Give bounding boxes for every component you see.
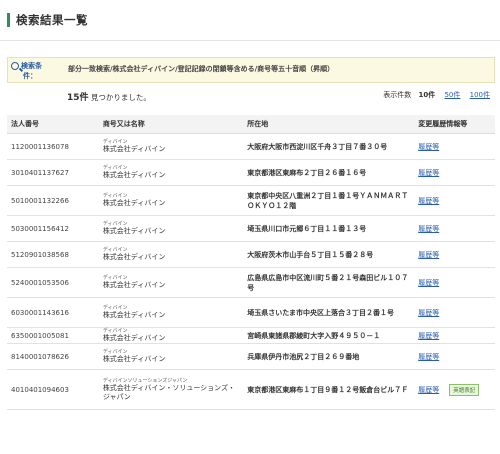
company-address: 東京都港区東麻布２丁目２６番１６号	[243, 159, 415, 186]
table-row: 8140001078626 ディバイン 株式会社ディバイン 兵庫県伊丹市池尻２丁目２６…	[7, 343, 495, 370]
company-name: 株式会社ディバイン	[102, 227, 166, 235]
history-cell: 履歴等	[414, 267, 495, 298]
table-row: 6350001005081 ディバイン 株式会社ディバイン 宮崎県東諸県郡綾町大字入野…	[7, 327, 495, 344]
company-name-cell: ディバイン 株式会社ディバイン	[98, 215, 244, 242]
corporate-number: 5030001156412	[7, 215, 99, 242]
company-name: 株式会社ディバイン	[102, 311, 166, 319]
search-condition-box: 検索条 件： 部分一致検索/株式会社ディバイン/登記記録の閉鎖等含める/商号等五…	[7, 57, 495, 83]
table-row: 6030001143616 ディバイン 株式会社ディバイン 埼玉県さいたま市中央区上落…	[7, 297, 495, 328]
search-condition-text: 部分一致検索/株式会社ディバイン/登記記録の閉鎖等含める/商号等五十音順（昇順）	[68, 65, 335, 73]
history-link[interactable]: 履歴等	[418, 279, 439, 287]
header-corporate-number: 法人番号	[7, 115, 99, 134]
company-name-cell: ディバインソリューションズジャパン 株式会社ディバイン・ソリューションズ・ジャパン	[98, 369, 244, 410]
history-cell: 履歴等	[414, 159, 495, 186]
english-notation-badge[interactable]: 英語表記	[449, 383, 480, 396]
search-condition-label: 検索条 件：	[11, 61, 42, 81]
table-header-row: 法人番号 商号又は名称 所在地 変更履歴情報等	[7, 115, 495, 134]
company-name-cell: ディバイン 株式会社ディバイン	[98, 267, 244, 298]
company-address: 東京都中央区八重洲２丁目１番１号ＹＡＮＭＡＲＴＯＫＹＯ１２階	[243, 185, 415, 216]
corporate-number: 6030001143616	[7, 297, 99, 328]
history-link[interactable]: 履歴等	[418, 332, 439, 340]
company-address: 埼玉県さいたま市中央区上落合３丁目２番１号	[243, 297, 415, 328]
corporate-number: 5240001053506	[7, 267, 99, 298]
header-history: 変更履歴情報等	[414, 115, 495, 134]
table-row: 1120001136078 ディバイン 株式会社ディバイン 大阪府大阪市西淀川区千舟３…	[7, 133, 495, 160]
company-name-cell: ディバイン 株式会社ディバイン	[98, 133, 244, 160]
history-link[interactable]: 履歴等	[418, 169, 439, 177]
company-name: 株式会社ディバイン	[102, 334, 166, 342]
header-address: 所在地	[243, 115, 415, 134]
corporate-number: 3010401137627	[7, 159, 99, 186]
company-name: 株式会社ディバイン	[102, 355, 166, 363]
company-name-cell: ディバイン 株式会社ディバイン	[98, 185, 244, 216]
history-cell: 履歴等	[414, 343, 495, 370]
company-address: 埼玉県川口市元郷６丁目１１番１３号	[243, 215, 415, 242]
history-link[interactable]: 履歴等	[418, 309, 439, 317]
company-name-cell: ディバイン 株式会社ディバイン	[98, 159, 244, 186]
result-count: 15件 見つかりました。	[67, 90, 151, 103]
company-name-cell: ディバイン 株式会社ディバイン	[98, 241, 244, 268]
history-link[interactable]: 履歴等	[418, 251, 439, 259]
history-cell: 履歴等	[414, 215, 495, 242]
per-page-selector: 表示件数 10件 50件 100件	[383, 90, 490, 100]
company-name: 株式会社ディバイン	[102, 171, 166, 179]
per-page-100-link[interactable]: 100件	[470, 91, 490, 99]
company-name: 株式会社ディバイン	[102, 253, 166, 261]
per-page-label: 表示件数	[383, 91, 412, 99]
history-cell: 履歴等	[414, 185, 495, 216]
table-row: 5240001053506 ディバイン 株式会社ディバイン 広島県広島市中区流川町５番…	[7, 267, 495, 298]
company-address: 宮崎県東諸県郡綾町大字入野４９５０－１	[243, 327, 415, 344]
history-cell: 履歴等	[414, 241, 495, 268]
per-page-50-link[interactable]: 50件	[444, 91, 460, 99]
company-address: 大阪府茨木市山手台５丁目１５番２８号	[243, 241, 415, 268]
history-cell: 履歴等	[414, 327, 495, 344]
corporate-number: 5120901038568	[7, 241, 99, 268]
corporate-number: 5010001132266	[7, 185, 99, 216]
search-icon	[11, 62, 19, 70]
table-row: 4010401094603 ディバインソリューションズジャパン 株式会社ディバイン・…	[7, 369, 495, 410]
history-cell: 履歴等	[414, 133, 495, 160]
results-table: 法人番号 商号又は名称 所在地 変更履歴情報等 1120001136078 ディバ…	[7, 115, 495, 410]
history-link[interactable]: 履歴等	[418, 143, 439, 151]
result-count-suffix: 見つかりました。	[90, 93, 151, 102]
table-row: 3010401137627 ディバイン 株式会社ディバイン 東京都港区東麻布２丁目２６…	[7, 159, 495, 186]
history-cell: 履歴等	[414, 297, 495, 328]
company-address: 大阪府大阪市西淀川区千舟３丁目７番３０号	[243, 133, 415, 160]
company-name: 株式会社ディバイン	[102, 281, 166, 289]
page-title: 検索結果一覧	[16, 13, 88, 27]
company-name: 株式会社ディバイン	[102, 199, 166, 207]
per-page-current: 10件	[418, 91, 436, 99]
history-link[interactable]: 履歴等	[418, 225, 439, 233]
history-link[interactable]: 履歴等	[418, 353, 439, 361]
title-accent-bar	[7, 13, 10, 27]
table-row: 5010001132266 ディバイン 株式会社ディバイン 東京都中央区八重洲２丁目１…	[7, 185, 495, 216]
result-count-number: 15件	[67, 93, 89, 103]
company-address: 広島県広島市中区流川町５番２１号森田ビル１０７号	[243, 267, 415, 298]
page-header: 検索結果一覧	[0, 0, 500, 41]
corporate-number: 1120001136078	[7, 133, 99, 160]
history-link[interactable]: 履歴等	[418, 386, 439, 394]
history-cell: 履歴等 英語表記	[414, 369, 495, 410]
corporate-number: 8140001078626	[7, 343, 99, 370]
corporate-number: 4010401094603	[7, 369, 99, 410]
header-name: 商号又は名称	[98, 115, 244, 134]
company-address: 兵庫県伊丹市池尻２丁目２６９番地	[243, 343, 415, 370]
company-name: 株式会社ディバイン	[102, 145, 166, 153]
history-link[interactable]: 履歴等	[418, 197, 439, 205]
table-row: 5030001156412 ディバイン 株式会社ディバイン 埼玉県川口市元郷６丁目１１…	[7, 215, 495, 242]
company-name-cell: ディバイン 株式会社ディバイン	[98, 297, 244, 328]
company-name-cell: ディバイン 株式会社ディバイン	[98, 327, 244, 344]
company-name-cell: ディバイン 株式会社ディバイン	[98, 343, 244, 370]
company-name: 株式会社ディバイン・ソリューションズ・ジャパン	[102, 383, 236, 401]
corporate-number: 6350001005081	[7, 327, 99, 344]
company-address: 東京都港区東麻布１丁目９番１２号飯倉台ビル７Ｆ	[243, 369, 415, 410]
table-row: 5120901038568 ディバイン 株式会社ディバイン 大阪府茨木市山手台５丁目１…	[7, 241, 495, 268]
